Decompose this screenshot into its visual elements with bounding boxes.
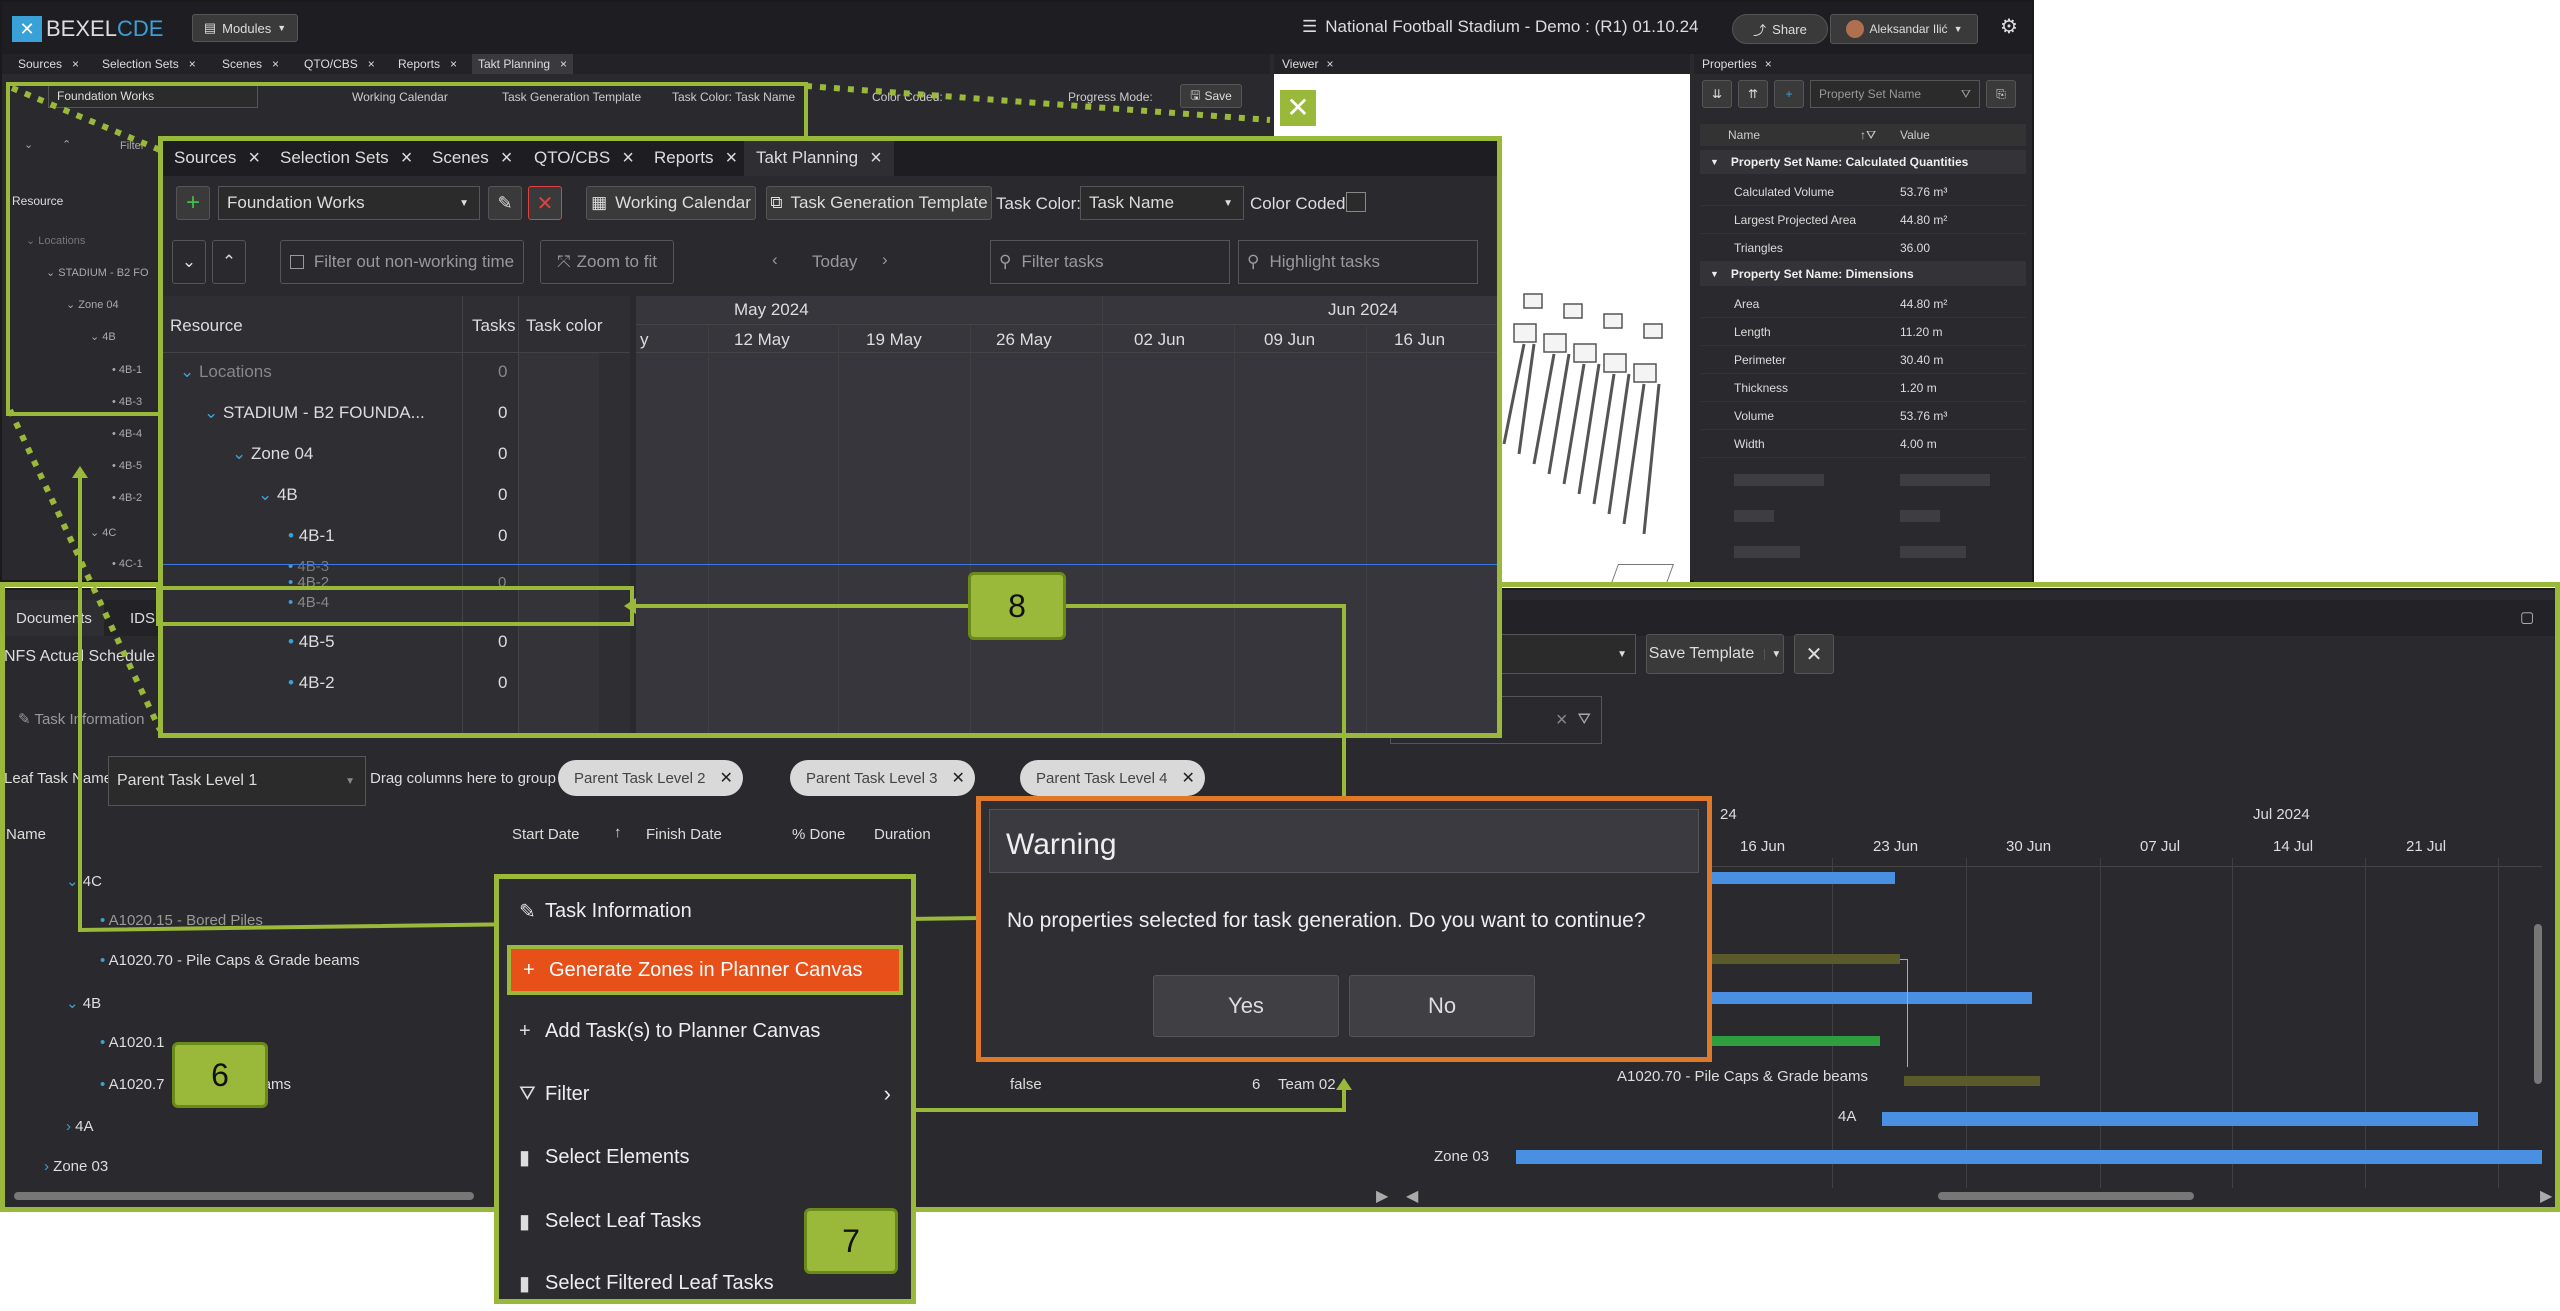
filter-icon: ⛛ (519, 1082, 536, 1105)
chevron-right-icon: › (883, 1081, 891, 1106)
no-button[interactable]: No (1349, 975, 1535, 1037)
bookmark-icon: ▮ (519, 1146, 531, 1169)
yes-button[interactable]: Yes (1153, 975, 1339, 1037)
menu-item-add-tasks[interactable]: + Add Task(s) to Planner Canvas (507, 1003, 903, 1059)
dialog-title-bar: Warning (989, 809, 1699, 873)
plus-icon: + (519, 1019, 531, 1042)
annotation-lines (72, 466, 1352, 1112)
annotation-badge-7: 7 (804, 1208, 898, 1274)
menu-item-task-information[interactable]: ✎ Task Information (507, 883, 903, 939)
bookmark-icon: ▮ (519, 1272, 531, 1295)
annotation-badge-6: 6 (172, 1042, 268, 1108)
bookmark-icon: ▮ (519, 1210, 531, 1233)
dialog-message: No properties selected for task generati… (1007, 909, 1646, 932)
annotation-badge-8: 8 (968, 572, 1066, 640)
plus-icon: + (523, 958, 535, 981)
menu-item-filter[interactable]: ⛛ Filter › (507, 1066, 903, 1122)
menu-item-select-elements[interactable]: ▮ Select Elements (507, 1129, 903, 1185)
dialog-title: Warning (1006, 828, 1117, 861)
menu-item-generate-zones[interactable]: + Generate Zones in Planner Canvas (507, 945, 903, 995)
warning-dialog: Warning No properties selected for task … (976, 796, 1712, 1062)
pencil-icon: ✎ (519, 900, 536, 923)
